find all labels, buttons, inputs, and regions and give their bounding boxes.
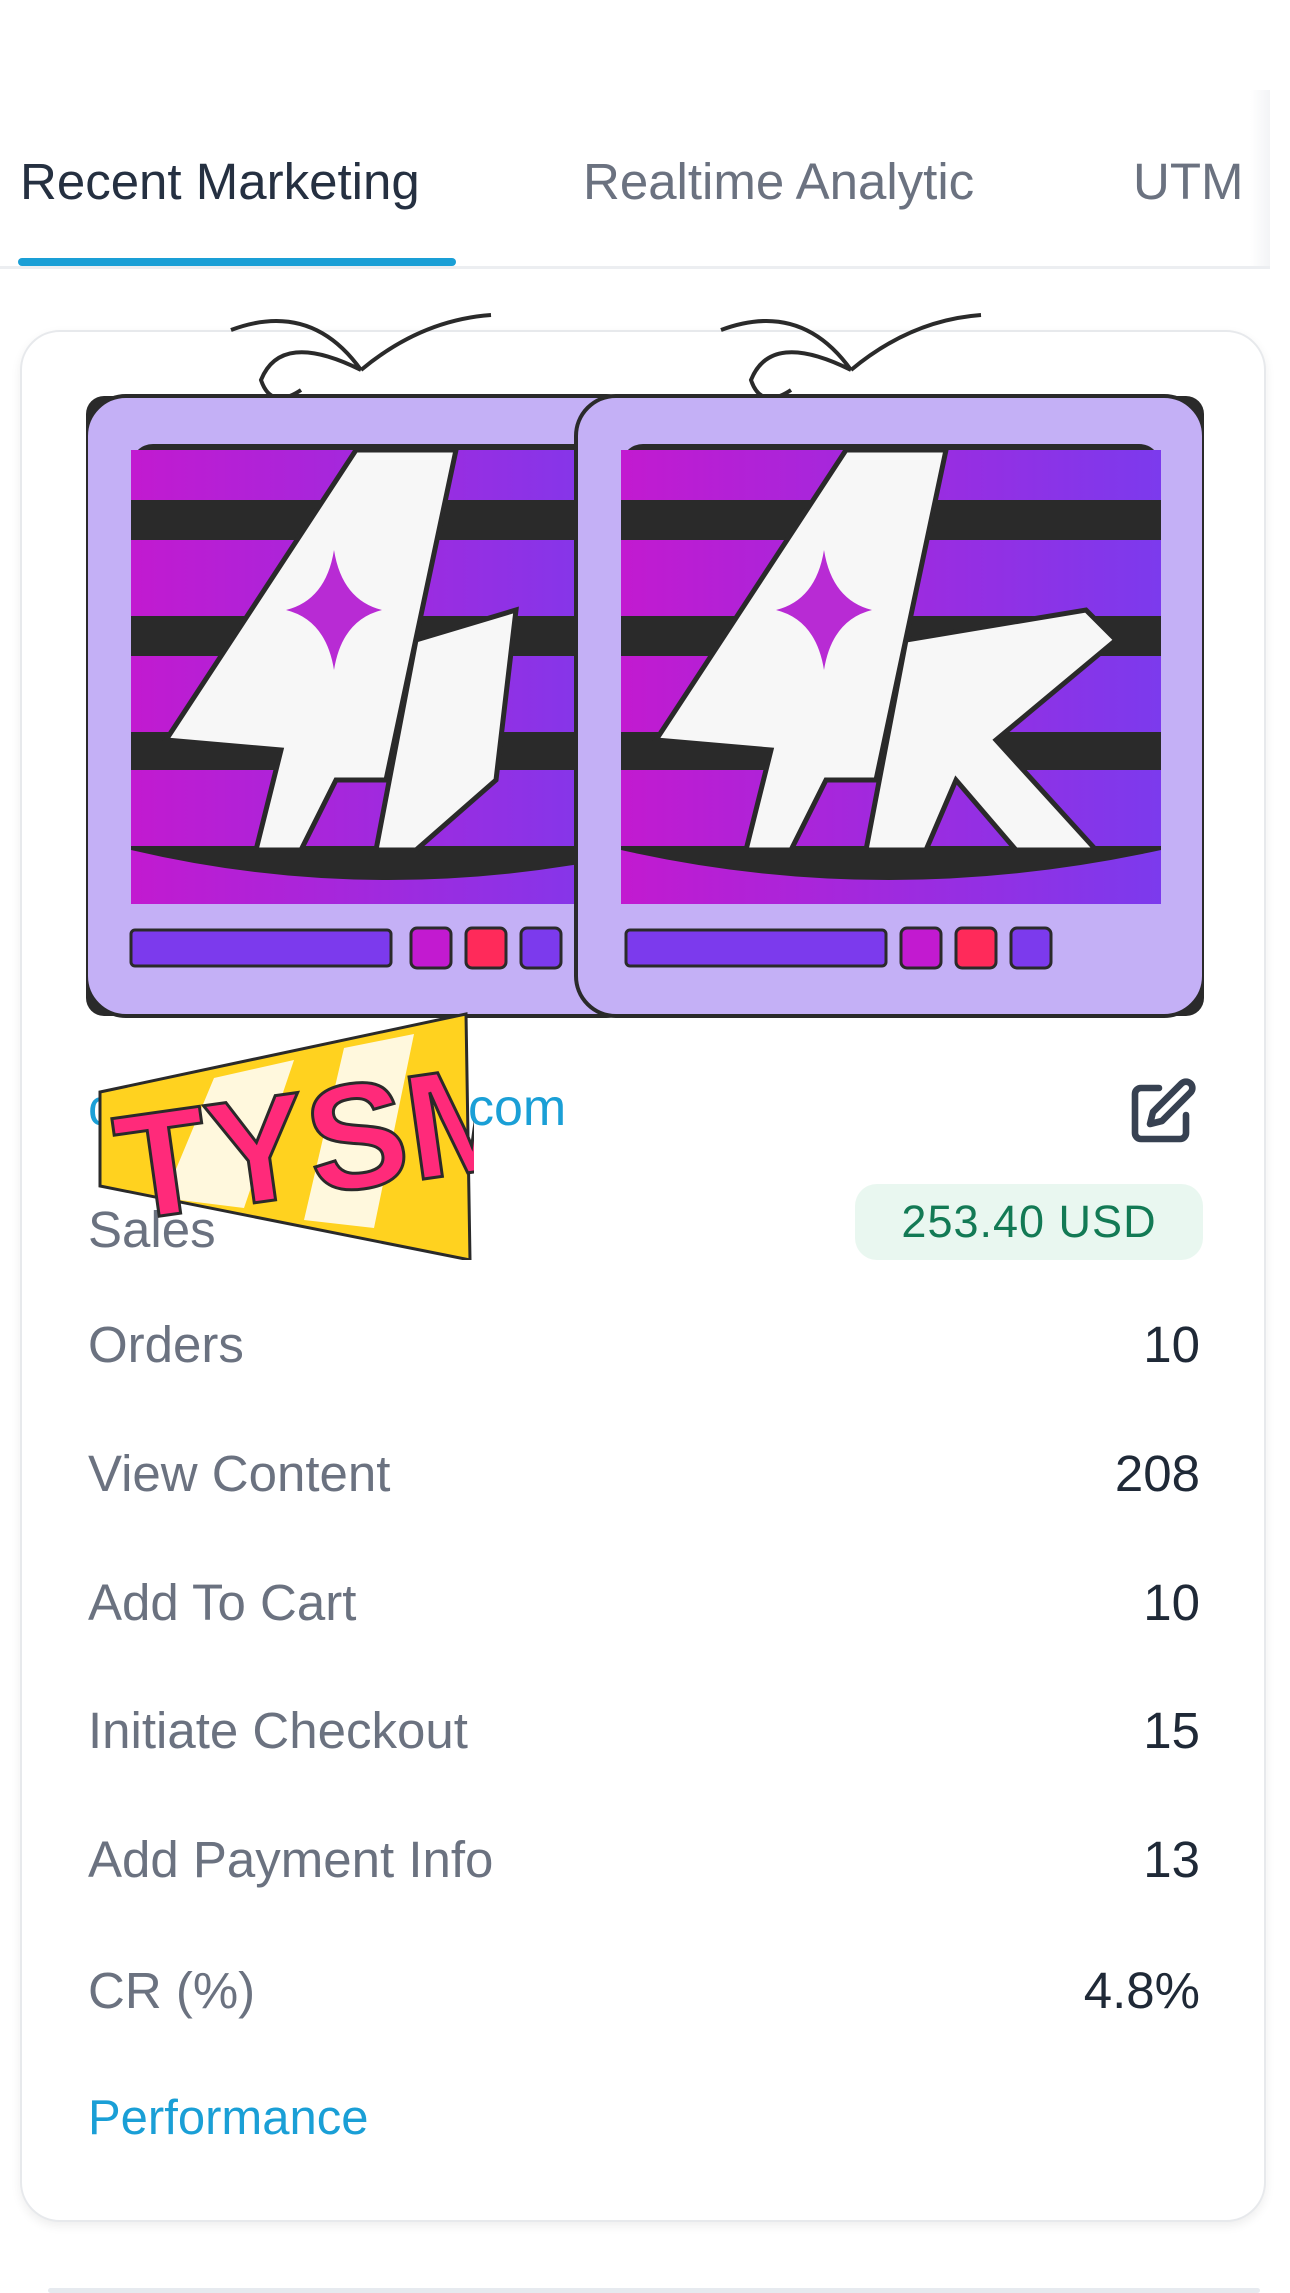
initiate-checkout-value: 15: [1143, 1702, 1200, 1759]
tab-utm[interactable]: UTM: [1133, 152, 1243, 211]
orders-value: 10: [1143, 1316, 1200, 1373]
edit-icon[interactable]: [1126, 1076, 1198, 1148]
view-content-label: View Content: [88, 1445, 391, 1502]
sales-value-badge: 253.40 USD: [855, 1184, 1203, 1260]
add-to-cart-value: 10: [1143, 1574, 1200, 1631]
cr-value: 4.8%: [1083, 1962, 1200, 2019]
tv-right: [574, 313, 1204, 1018]
add-to-cart-label: Add To Cart: [88, 1574, 357, 1631]
retro-tv-artwork: [86, 313, 1204, 1018]
tab-bar: Recent Marketing Realtime Analytic UTM: [0, 90, 1270, 269]
next-card-edge: [48, 2288, 1260, 2293]
site-link[interactable]: com: [468, 1078, 566, 1138]
add-payment-info-label: Add Payment Info: [88, 1831, 494, 1888]
performance-link[interactable]: Performance: [88, 2090, 369, 2146]
view-content-value: 208: [1114, 1445, 1200, 1502]
tab-bar-fade: [1250, 90, 1270, 266]
orders-label: Orders: [88, 1316, 244, 1373]
tv-left: [86, 313, 651, 1018]
active-tab-indicator: [18, 258, 456, 266]
initiate-checkout-label: Initiate Checkout: [88, 1702, 468, 1759]
tab-recent-marketing[interactable]: Recent Marketing: [20, 152, 420, 211]
cr-label: CR (%): [88, 1962, 256, 2019]
tysm-sticker: TYSM: [98, 1012, 474, 1260]
add-payment-info-value: 13: [1143, 1831, 1200, 1888]
tab-realtime-analytic[interactable]: Realtime Analytic: [583, 152, 974, 211]
